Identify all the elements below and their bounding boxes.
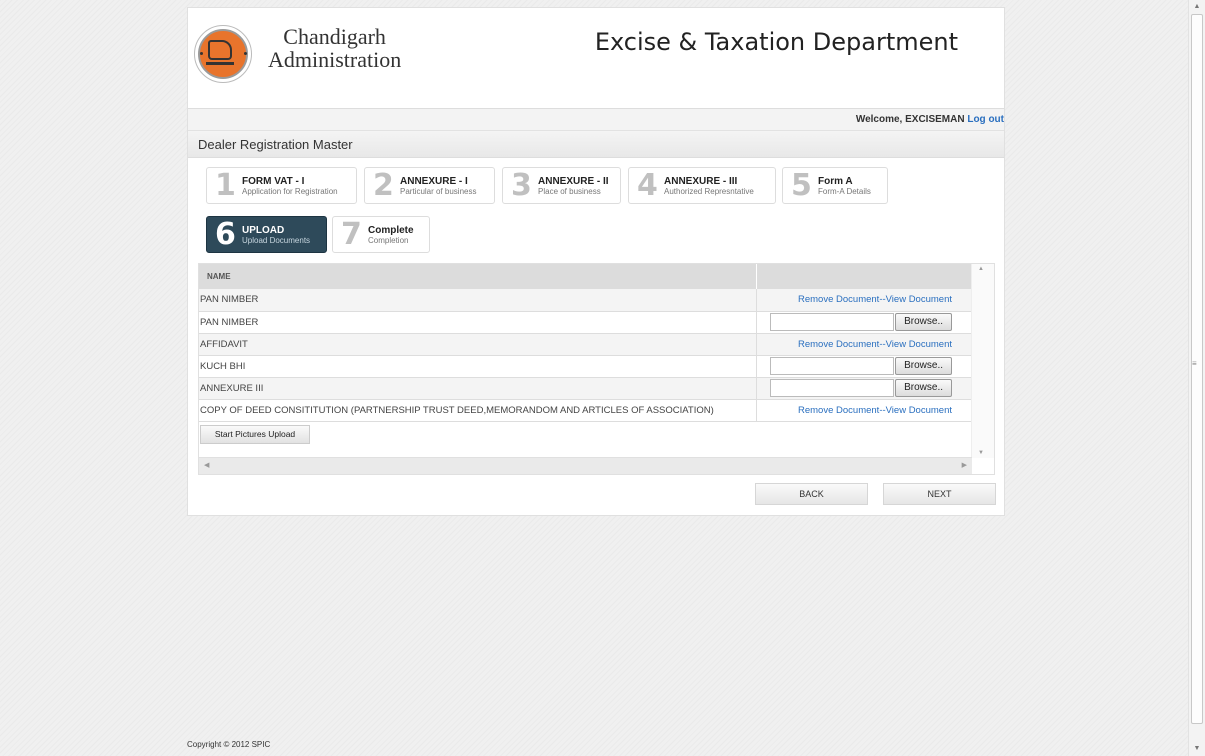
documents-table: NAME PAN NIMBER Remove Document--View Doc…	[199, 264, 972, 422]
section-title: Dealer Registration Master	[188, 131, 1004, 158]
grid-scroll-up-icon[interactable]: ▲	[978, 266, 984, 272]
document-name: KUCH BHI	[199, 355, 757, 378]
step-title: Form A	[818, 176, 853, 187]
start-upload-button[interactable]: Start Pictures Upload	[200, 425, 310, 444]
step-subtitle: Application for Registration	[242, 187, 338, 196]
step-subtitle: Upload Documents	[242, 236, 311, 245]
step-1[interactable]: 1 FORM VAT - I Application for Registratio…	[206, 167, 357, 204]
org-line1: Chandigarh	[283, 24, 386, 49]
step-number: 2	[373, 168, 394, 203]
department-title: Excise & Taxation Department	[594, 28, 958, 56]
step-6[interactable]: 6 UPLOAD Upload Documents	[206, 216, 327, 253]
document-name: ANNEXURE III	[199, 377, 757, 400]
browse-button[interactable]: Browse..	[895, 313, 952, 331]
document-action: Browse..	[756, 377, 972, 400]
window-scrollbar[interactable]: ▲ ≡ ▼	[1188, 0, 1205, 756]
step-title: ANNEXURE - I	[400, 176, 468, 187]
step-title: FORM VAT - I	[242, 176, 305, 187]
documents-grid: NAME PAN NIMBER Remove Document--View Doc…	[198, 263, 995, 475]
next-button[interactable]: NEXT	[883, 483, 996, 505]
view-document-link[interactable]: View Document	[886, 405, 952, 416]
grip-icon: ≡	[1192, 359, 1197, 368]
step-subtitle: Form-A Details	[818, 187, 871, 196]
table-row: COPY OF DEED CONSITITUTION (PARTNERSHIP …	[199, 399, 972, 422]
view-document-link[interactable]: View Document	[886, 339, 952, 350]
step-2[interactable]: 2 ANNEXURE - I Particular of business	[364, 167, 495, 204]
step-subtitle: Authorized Represntative	[664, 187, 754, 196]
step-number: 3	[511, 168, 532, 203]
browse-button[interactable]: Browse..	[895, 357, 952, 375]
document-action: Browse..	[756, 311, 972, 334]
chandigarh-logo	[194, 25, 252, 83]
table-row: AFFIDAVIT Remove Document--View Document	[199, 333, 972, 356]
file-path-input[interactable]	[770, 357, 895, 375]
remove-document-link[interactable]: Remove Document	[798, 405, 879, 416]
document-name: AFFIDAVIT	[199, 333, 757, 356]
document-name: PAN NIMBER	[199, 289, 757, 312]
step-number: 5	[791, 168, 812, 203]
logout-link[interactable]: Log out	[967, 114, 1004, 125]
welcome-text: Welcome, EXCISEMAN	[855, 114, 965, 125]
step-number: 4	[637, 168, 658, 203]
step-number: 7	[341, 217, 362, 252]
document-action: Remove Document--View Document	[756, 333, 972, 356]
org-line2: Administration	[268, 47, 402, 72]
document-action: Remove Document--View Document	[756, 289, 972, 312]
step-7[interactable]: 7 Complete Completion	[332, 216, 430, 253]
step-number: 6	[215, 217, 236, 252]
grid-horizontal-scrollbar[interactable]: ◀ ▶	[199, 457, 972, 474]
org-name: Chandigarh Administration	[268, 25, 401, 71]
document-action: Browse..	[756, 355, 972, 378]
table-row: PAN NIMBER Browse..	[199, 311, 972, 334]
column-header-action	[756, 264, 972, 289]
grid-scroll-down-icon[interactable]: ▼	[978, 450, 984, 456]
browse-button[interactable]: Browse..	[895, 379, 952, 397]
step-number: 1	[215, 168, 236, 203]
step-title: UPLOAD	[242, 225, 285, 236]
back-button[interactable]: BACK	[755, 483, 868, 505]
welcome-bar: Welcome, EXCISEMAN Log out	[188, 109, 1004, 131]
step-title: ANNEXURE - II	[538, 176, 609, 187]
step-subtitle: Particular of business	[400, 187, 477, 196]
step-title: Complete	[368, 225, 414, 236]
header: Chandigarh Administration Excise & Taxat…	[188, 8, 1004, 109]
grid-scroll-left-icon[interactable]: ◀	[204, 461, 209, 469]
file-path-input[interactable]	[770, 379, 895, 397]
scroll-up-icon[interactable]: ▲	[1189, 0, 1205, 14]
file-path-input[interactable]	[770, 313, 895, 331]
scrollbar-thumb[interactable]	[1191, 14, 1203, 724]
document-name: PAN NIMBER	[199, 311, 757, 334]
table-row: ANNEXURE III Browse..	[199, 377, 972, 400]
grid-vertical-scrollbar[interactable]: ▲ ▼	[971, 264, 994, 458]
table-row: KUCH BHI Browse..	[199, 355, 972, 378]
document-name: COPY OF DEED CONSITITUTION (PARTNERSHIP …	[199, 399, 757, 422]
scroll-down-icon[interactable]: ▼	[1189, 742, 1205, 756]
step-5[interactable]: 5 Form A Form-A Details	[782, 167, 888, 204]
step-4[interactable]: 4 ANNEXURE - III Authorized Represntative	[628, 167, 776, 204]
main-panel: Chandigarh Administration Excise & Taxat…	[187, 7, 1005, 516]
grid-scroll-right-icon[interactable]: ▶	[962, 461, 967, 469]
step-3[interactable]: 3 ANNEXURE - II Place of business	[502, 167, 621, 204]
step-subtitle: Place of business	[538, 187, 601, 196]
footer-copyright: Copyright © 2012 SPIC	[187, 740, 271, 749]
view-document-link[interactable]: View Document	[886, 294, 952, 305]
step-title: ANNEXURE - III	[664, 176, 738, 187]
table-row: PAN NIMBER Remove Document--View Document	[199, 289, 972, 312]
column-header-name: NAME	[199, 264, 757, 289]
document-action: Remove Document--View Document	[756, 399, 972, 422]
remove-document-link[interactable]: Remove Document	[798, 339, 879, 350]
remove-document-link[interactable]: Remove Document	[798, 294, 879, 305]
step-subtitle: Completion	[368, 236, 409, 245]
